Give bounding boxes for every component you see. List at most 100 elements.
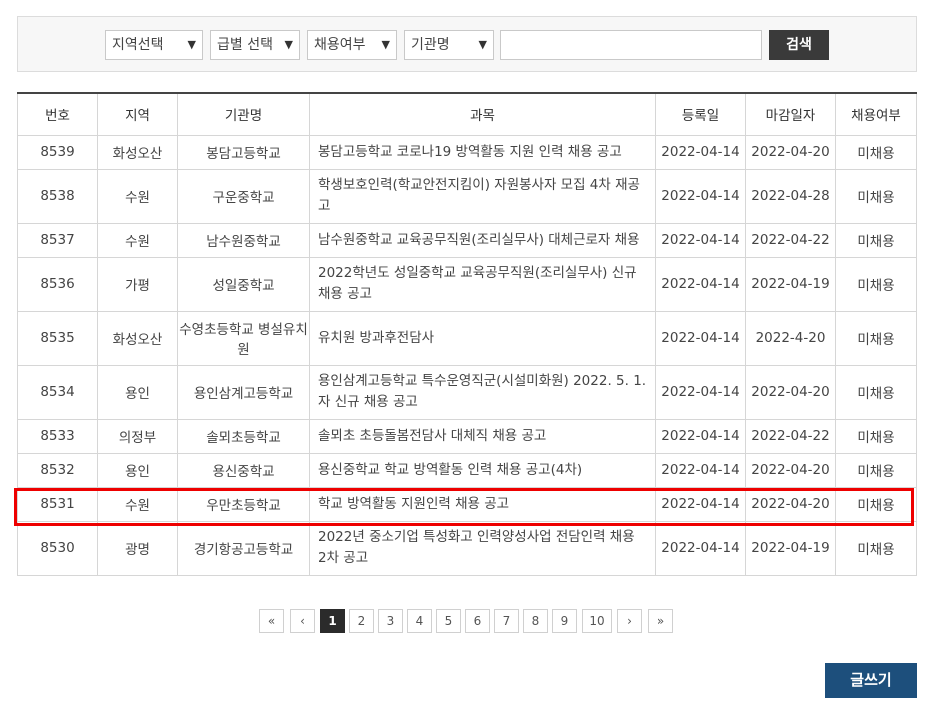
cell-reg-date: 2022-04-14: [655, 418, 746, 454]
header-due-date: 마감일자: [745, 92, 836, 136]
cell-org: 솔뫼초등학교: [177, 418, 310, 454]
cell-status: 미채용: [835, 452, 917, 488]
page-button-1[interactable]: 1: [320, 609, 345, 633]
cell-status: 미채용: [835, 134, 917, 170]
cell-reg-date: 2022-04-14: [655, 364, 746, 420]
page-button-2[interactable]: 2: [349, 609, 374, 633]
cell-no: 8533: [17, 418, 98, 454]
cell-subject-link[interactable]: 용신중학교 학교 방역활동 인력 채용 공고(4차): [309, 452, 656, 488]
cell-reg-date: 2022-04-14: [655, 520, 746, 576]
table-row[interactable]: 8537 수원 남수원중학교 남수원중학교 교육공무직원(조리실무사) 대체근로…: [17, 222, 917, 258]
cell-due-date: 2022-04-22: [745, 222, 836, 258]
table-row[interactable]: 8536 가평 성일중학교 2022학년도 성일중학교 교육공무직원(조리실무사…: [17, 256, 917, 312]
page-button-8[interactable]: 8: [523, 609, 548, 633]
cell-org: 남수원중학교: [177, 222, 310, 258]
cell-subject-link[interactable]: 남수원중학교 교육공무직원(조리실무사) 대체근로자 채용: [309, 222, 656, 258]
cell-due-date: 2022-04-20: [745, 486, 836, 522]
cell-no: 8538: [17, 168, 98, 224]
cell-subject-link[interactable]: 학생보호인력(학교안전지킴이) 자원봉사자 모집 4차 재공고: [309, 168, 656, 224]
cell-no: 8532: [17, 452, 98, 488]
cell-status: 미채용: [835, 168, 917, 224]
cell-status: 미채용: [835, 520, 917, 576]
chevron-down-icon: ▼: [478, 38, 487, 51]
cell-status: 미채용: [835, 222, 917, 258]
cell-status: 미채용: [835, 486, 917, 522]
cell-status: 미채용: [835, 256, 917, 312]
cell-org: 용인삼계고등학교: [177, 364, 310, 420]
cell-status: 미채용: [835, 364, 917, 420]
table-row[interactable]: 8534 용인 용인삼계고등학교 용인삼계고등학교 특수운영직군(시설미화원) …: [17, 364, 917, 420]
page-button-4[interactable]: 4: [407, 609, 432, 633]
cell-subject-link[interactable]: 봉담고등학교 코로나19 방역활동 지원 인력 채용 공고: [309, 134, 656, 170]
chevron-down-icon: ▼: [284, 38, 293, 51]
cell-reg-date: 2022-04-14: [655, 310, 746, 366]
header-no: 번호: [17, 92, 98, 136]
cell-no: 8531: [17, 486, 98, 522]
cell-org: 우만초등학교: [177, 486, 310, 522]
org-select-value: 기관명: [411, 37, 450, 53]
cell-region: 화성오산: [97, 134, 178, 170]
cell-no: 8535: [17, 310, 98, 366]
cell-org: 구운중학교: [177, 168, 310, 224]
write-button[interactable]: 글쓰기: [825, 663, 917, 698]
cell-region: 용인: [97, 452, 178, 488]
cell-due-date: 2022-04-20: [745, 452, 836, 488]
page-button-10[interactable]: 10: [582, 609, 612, 633]
page-button-5[interactable]: 5: [436, 609, 461, 633]
cell-no: 8537: [17, 222, 98, 258]
chevron-down-icon: ▼: [381, 38, 390, 51]
cell-subject-link[interactable]: 2022년 중소기업 특성화고 인력양성사업 전담인력 채용 2차 공고: [309, 520, 656, 576]
table-row[interactable]: 8533 의정부 솔뫼초등학교 솔뫼초 초등돌봄전담사 대체직 채용 공고 20…: [17, 418, 917, 454]
cell-org: 성일중학교: [177, 256, 310, 312]
keyword-input[interactable]: [500, 30, 762, 60]
first-page-button[interactable]: «: [259, 609, 284, 633]
cell-subject-link[interactable]: 용인삼계고등학교 특수운영직군(시설미화원) 2022. 5. 1.자 신규 채…: [309, 364, 656, 420]
table-row[interactable]: 8535 화성오산 수영초등학교 병설유치원 유치원 방과후전담사 2022-0…: [17, 310, 917, 366]
table-row[interactable]: 8539 화성오산 봉담고등학교 봉담고등학교 코로나19 방역활동 지원 인력…: [17, 134, 917, 170]
last-page-button[interactable]: »: [648, 609, 673, 633]
cell-due-date: 2022-04-19: [745, 256, 836, 312]
cell-due-date: 2022-04-20: [745, 364, 836, 420]
cell-due-date: 2022-04-28: [745, 168, 836, 224]
cell-no: 8536: [17, 256, 98, 312]
table-row[interactable]: 8532 용인 용신중학교 용신중학교 학교 방역활동 인력 채용 공고(4차)…: [17, 452, 917, 488]
page-button-9[interactable]: 9: [552, 609, 577, 633]
cell-due-date: 2022-04-20: [745, 134, 836, 170]
next-page-button[interactable]: ›: [617, 609, 642, 633]
table-header-row: 번호 지역 기관명 과목 등록일 마감일자 채용여부: [17, 92, 917, 136]
cell-region: 가평: [97, 256, 178, 312]
cell-reg-date: 2022-04-14: [655, 222, 746, 258]
header-org: 기관명: [177, 92, 310, 136]
prev-page-button[interactable]: ‹: [290, 609, 315, 633]
search-button[interactable]: 검색: [769, 30, 829, 60]
page-button-6[interactable]: 6: [465, 609, 490, 633]
level-select-value: 급별 선택: [217, 37, 273, 53]
cell-subject-link[interactable]: 솔뫼초 초등돌봄전담사 대체직 채용 공고: [309, 418, 656, 454]
hire-status-select[interactable]: 채용여부 ▼: [307, 30, 397, 60]
cell-no: 8530: [17, 520, 98, 576]
cell-due-date: 2022-04-22: [745, 418, 836, 454]
cell-region: 수원: [97, 222, 178, 258]
table-row[interactable]: 8538 수원 구운중학교 학생보호인력(학교안전지킴이) 자원봉사자 모집 4…: [17, 168, 917, 224]
cell-no: 8534: [17, 364, 98, 420]
cell-reg-date: 2022-04-14: [655, 486, 746, 522]
page-button-3[interactable]: 3: [378, 609, 403, 633]
cell-status: 미채용: [835, 418, 917, 454]
cell-org: 용신중학교: [177, 452, 310, 488]
page-button-7[interactable]: 7: [494, 609, 519, 633]
cell-subject-link[interactable]: 유치원 방과후전담사: [309, 310, 656, 366]
cell-subject-link[interactable]: 2022학년도 성일중학교 교육공무직원(조리실무사) 신규 채용 공고: [309, 256, 656, 312]
header-subject: 과목: [309, 92, 656, 136]
table-row[interactable]: 8530 광명 경기항공고등학교 2022년 중소기업 특성화고 인력양성사업 …: [17, 520, 917, 576]
cell-org: 경기항공고등학교: [177, 520, 310, 576]
cell-region: 용인: [97, 364, 178, 420]
table-row[interactable]: 8531 수원 우만초등학교 학교 방역활동 지원인력 채용 공고 2022-0…: [17, 486, 917, 522]
level-select[interactable]: 급별 선택 ▼: [210, 30, 300, 60]
region-select-value: 지역선택: [112, 37, 164, 53]
org-select[interactable]: 기관명 ▼: [404, 30, 494, 60]
header-reg-date: 등록일: [655, 92, 746, 136]
region-select[interactable]: 지역선택 ▼: [105, 30, 203, 60]
cell-subject-link[interactable]: 학교 방역활동 지원인력 채용 공고: [309, 486, 656, 522]
cell-region: 수원: [97, 168, 178, 224]
cell-reg-date: 2022-04-14: [655, 452, 746, 488]
